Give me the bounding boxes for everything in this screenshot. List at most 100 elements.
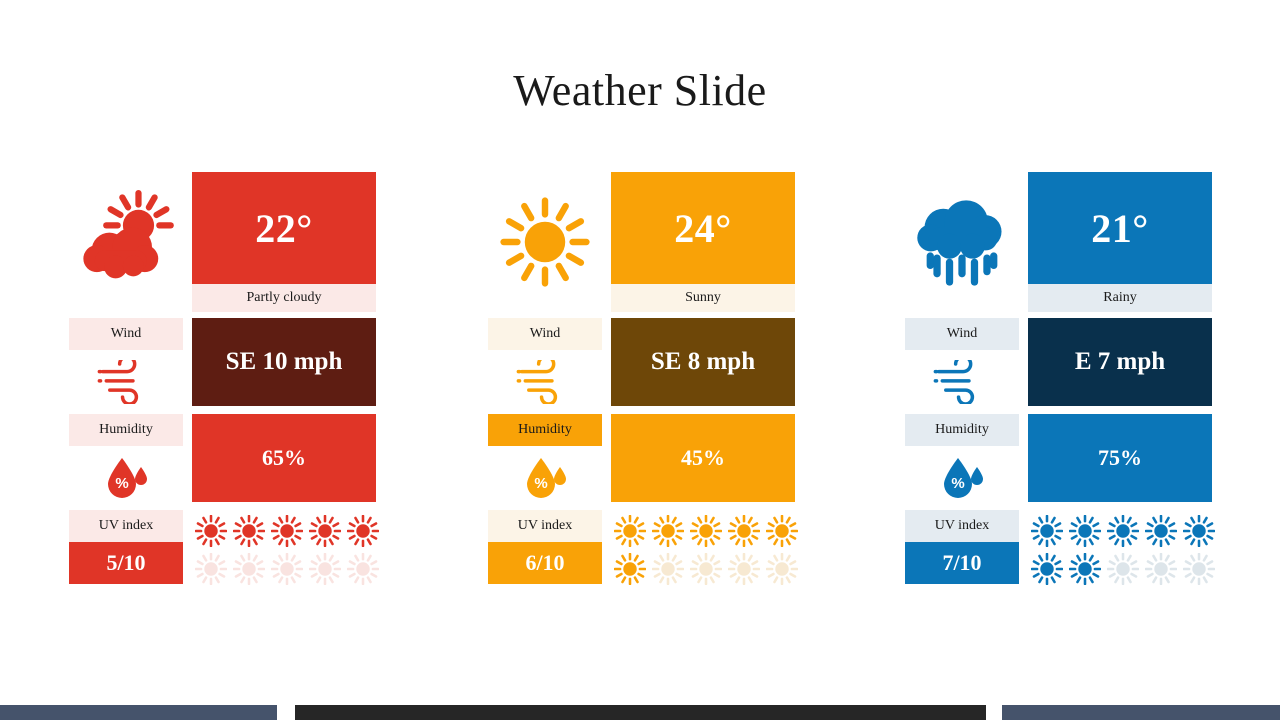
wind-label-cell: Wind bbox=[69, 318, 183, 414]
bottom-bar-segment-right bbox=[1002, 705, 1280, 720]
uv-sun-empty-icon bbox=[687, 550, 725, 588]
wind-label: Wind bbox=[905, 318, 1019, 350]
uv-sun-filled-icon bbox=[611, 512, 649, 550]
uv-score: 6/10 bbox=[488, 542, 602, 584]
bottom-bar-segment-center bbox=[295, 705, 986, 720]
uv-label: UV index bbox=[488, 510, 602, 542]
sun-behind-cloud-icon bbox=[69, 172, 183, 312]
humidity-label-cell: Humidity% bbox=[488, 414, 602, 510]
uv-row: UV index 6/10 bbox=[488, 510, 798, 594]
bottom-decorative-bar bbox=[0, 705, 1280, 720]
uv-sun-meter bbox=[1028, 512, 1218, 588]
uv-sun-empty-icon bbox=[306, 550, 344, 588]
uv-sun-empty-icon bbox=[192, 550, 230, 588]
temperature-value: 22° bbox=[192, 172, 376, 284]
uv-sun-filled-icon bbox=[687, 512, 725, 550]
uv-sun-filled-icon bbox=[1028, 550, 1066, 588]
uv-label: UV index bbox=[69, 510, 183, 542]
uv-sun-empty-icon bbox=[1104, 550, 1142, 588]
uv-sun-filled-icon bbox=[649, 512, 687, 550]
humidity-value-panel: 65% bbox=[192, 414, 376, 502]
uv-score: 7/10 bbox=[905, 542, 1019, 584]
uv-sun-filled-icon bbox=[763, 512, 801, 550]
wind-label-cell: Wind bbox=[905, 318, 1019, 414]
uv-label-cell: UV index 5/10 bbox=[69, 510, 183, 584]
condition-text: Partly cloudy bbox=[192, 284, 376, 312]
uv-sun-meter bbox=[611, 512, 801, 588]
uv-sun-filled-icon bbox=[268, 512, 306, 550]
uv-sun-empty-icon bbox=[649, 550, 687, 588]
wind-value-panel: E 7 mph bbox=[1028, 318, 1212, 406]
humidity-label-cell: Humidity% bbox=[69, 414, 183, 510]
wind-label-cell: Wind bbox=[488, 318, 602, 414]
uv-sun-meter bbox=[192, 512, 382, 588]
uv-sun-empty-icon bbox=[1142, 550, 1180, 588]
current-conditions-row: 24° Sunny bbox=[488, 172, 795, 312]
bottom-bar-segment-left bbox=[0, 705, 277, 720]
humidity-label: Humidity bbox=[69, 414, 183, 446]
rain-cloud-icon bbox=[905, 172, 1019, 312]
wind-row: Wind SE 8 mph bbox=[488, 318, 795, 414]
weather-card-0: 22° Partly cloudy Wind SE 10 mph Humidity% 65… bbox=[69, 172, 379, 594]
uv-sun-filled-icon bbox=[1028, 512, 1066, 550]
wind-value: SE 10 mph bbox=[192, 318, 376, 406]
uv-sun-empty-icon bbox=[344, 550, 382, 588]
current-conditions-row: 22° Partly cloudy bbox=[69, 172, 376, 312]
humidity-value: 65% bbox=[192, 414, 376, 502]
uv-sun-filled-icon bbox=[1066, 550, 1104, 588]
uv-sun-filled-icon bbox=[192, 512, 230, 550]
humidity-drop-icon: % bbox=[488, 446, 602, 510]
wind-value: E 7 mph bbox=[1028, 318, 1212, 406]
uv-sun-empty-icon bbox=[230, 550, 268, 588]
wind-label: Wind bbox=[69, 318, 183, 350]
uv-label-cell: UV index 7/10 bbox=[905, 510, 1019, 584]
humidity-row: Humidity% 45% bbox=[488, 414, 795, 510]
uv-sun-filled-icon bbox=[230, 512, 268, 550]
uv-sun-empty-icon bbox=[725, 550, 763, 588]
svg-text:%: % bbox=[534, 475, 547, 492]
humidity-value: 45% bbox=[611, 414, 795, 502]
humidity-value: 75% bbox=[1028, 414, 1212, 502]
wind-value-panel: SE 10 mph bbox=[192, 318, 376, 406]
uv-row: UV index 5/10 bbox=[69, 510, 379, 594]
humidity-row: Humidity% 75% bbox=[905, 414, 1212, 510]
temperature-value: 21° bbox=[1028, 172, 1212, 284]
uv-sun-filled-icon bbox=[1142, 512, 1180, 550]
wind-icon bbox=[488, 350, 602, 414]
page-title: Weather Slide bbox=[513, 66, 767, 116]
uv-sun-filled-icon bbox=[725, 512, 763, 550]
wind-label: Wind bbox=[488, 318, 602, 350]
humidity-label: Humidity bbox=[488, 414, 602, 446]
uv-row: UV index 7/10 bbox=[905, 510, 1215, 594]
humidity-value-panel: 45% bbox=[611, 414, 795, 502]
humidity-value-panel: 75% bbox=[1028, 414, 1212, 502]
weather-card-1: 24° Sunny Wind SE 8 mph Humidity% 45% UV index… bbox=[488, 172, 798, 594]
wind-icon bbox=[69, 350, 183, 414]
condition-text: Rainy bbox=[1028, 284, 1212, 312]
uv-sun-filled-icon bbox=[611, 550, 649, 588]
uv-sun-filled-icon bbox=[1180, 512, 1218, 550]
uv-sun-filled-icon bbox=[306, 512, 344, 550]
svg-text:%: % bbox=[115, 475, 128, 492]
uv-sun-empty-icon bbox=[268, 550, 306, 588]
humidity-label-cell: Humidity% bbox=[905, 414, 1019, 510]
current-conditions-row: 21° Rainy bbox=[905, 172, 1212, 312]
uv-sun-empty-icon bbox=[763, 550, 801, 588]
temperature-value: 24° bbox=[611, 172, 795, 284]
temperature-panel: 24° Sunny bbox=[611, 172, 795, 312]
wind-row: Wind E 7 mph bbox=[905, 318, 1212, 414]
temperature-panel: 21° Rainy bbox=[1028, 172, 1212, 312]
uv-sun-filled-icon bbox=[1104, 512, 1142, 550]
weather-card-2: 21° Rainy Wind E 7 mph Humidity% 75% UV index 7… bbox=[905, 172, 1215, 594]
uv-label-cell: UV index 6/10 bbox=[488, 510, 602, 584]
humidity-row: Humidity% 65% bbox=[69, 414, 376, 510]
condition-text: Sunny bbox=[611, 284, 795, 312]
humidity-drop-icon: % bbox=[69, 446, 183, 510]
uv-sun-empty-icon bbox=[1180, 550, 1218, 588]
uv-label: UV index bbox=[905, 510, 1019, 542]
wind-row: Wind SE 10 mph bbox=[69, 318, 376, 414]
wind-icon bbox=[905, 350, 1019, 414]
uv-score: 5/10 bbox=[69, 542, 183, 584]
svg-text:%: % bbox=[951, 475, 964, 492]
humidity-drop-icon: % bbox=[905, 446, 1019, 510]
